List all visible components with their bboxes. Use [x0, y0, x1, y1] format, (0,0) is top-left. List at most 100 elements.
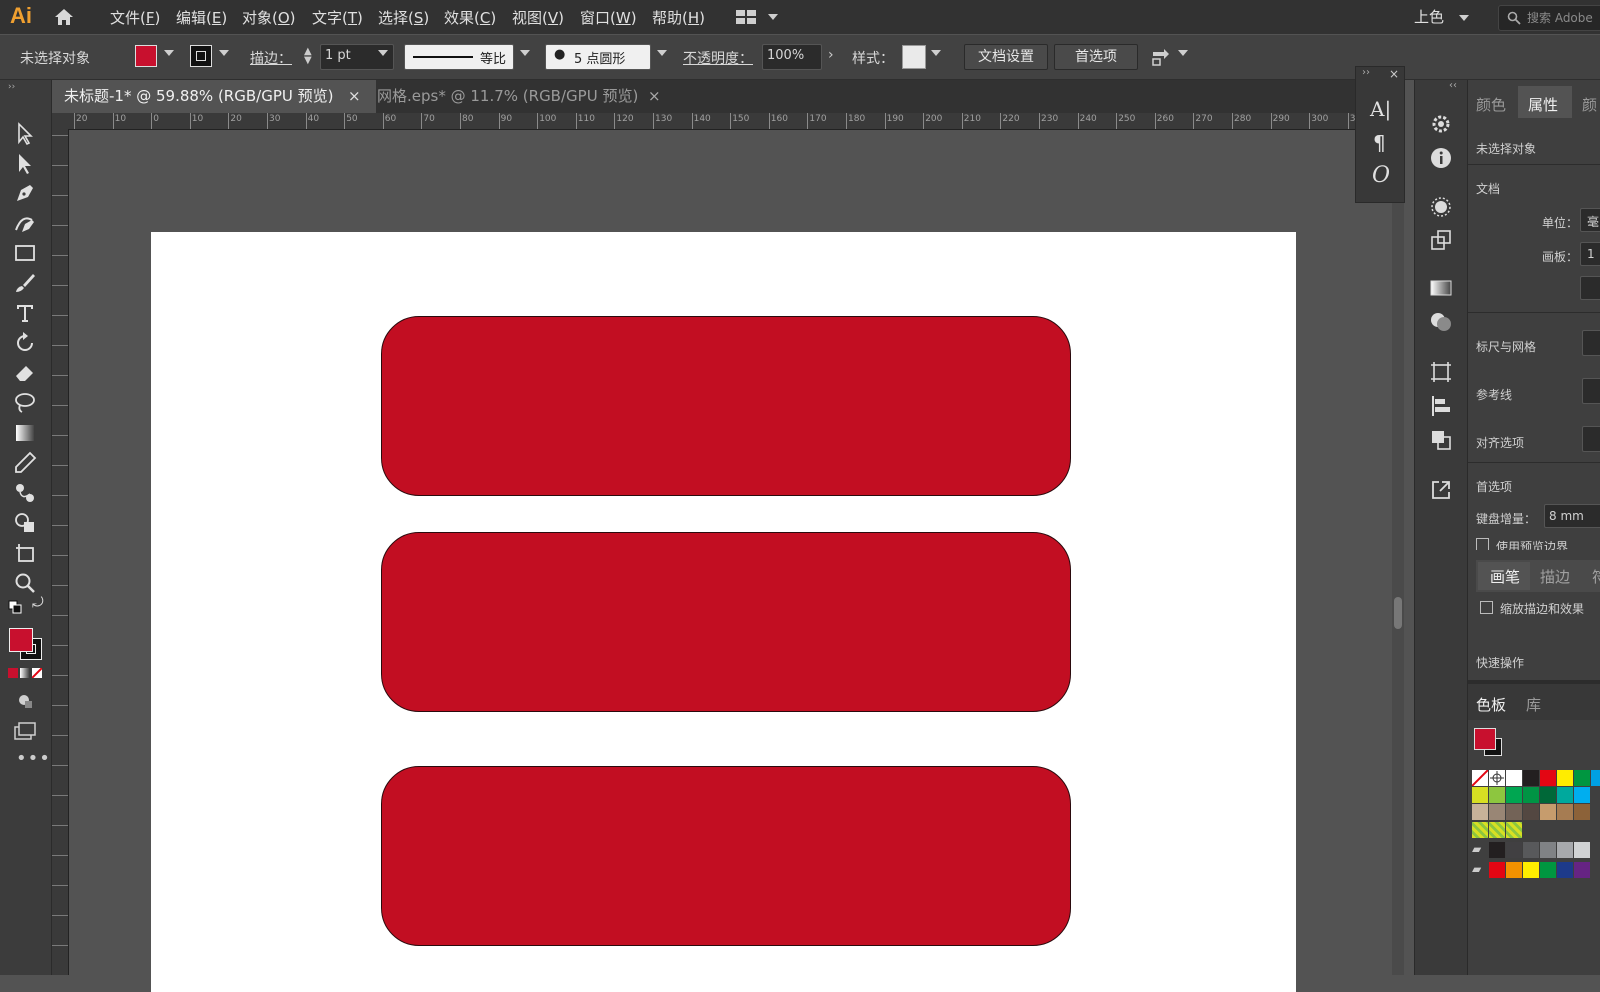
swatch[interactable] [1574, 787, 1590, 803]
tab-color-guide[interactable]: 颜 [1582, 94, 1597, 115]
collapse-icon[interactable]: ‹‹ [1449, 80, 1457, 91]
close-icon[interactable]: × [648, 80, 661, 113]
swatch[interactable] [1472, 804, 1488, 820]
variable-width-profile[interactable]: 等比 [404, 44, 514, 70]
direct-selection-tool-icon[interactable] [12, 150, 38, 176]
stepper-arrows-icon[interactable]: ▲ ▼ [304, 47, 312, 66]
swatch[interactable] [1574, 770, 1590, 786]
blend-tool-icon[interactable] [12, 480, 38, 506]
swatch[interactable] [1540, 804, 1556, 820]
pattern-swatch[interactable] [1506, 822, 1522, 838]
arrange-documents-icon[interactable] [736, 10, 758, 24]
stroke-label[interactable]: 描边： [250, 48, 292, 68]
gradient-panel-icon[interactable] [1429, 276, 1453, 300]
swatch[interactable] [1557, 862, 1573, 878]
workspace-switcher[interactable]: 上色 [1414, 6, 1444, 27]
expand-icon[interactable]: ›› [1362, 67, 1370, 78]
search-input[interactable]: 搜索 Adobe [1498, 5, 1600, 31]
menu-item[interactable]: 视图(V) [512, 7, 564, 28]
chevron-down-icon[interactable] [164, 50, 174, 56]
tab-color[interactable]: 颜色 [1476, 94, 1506, 115]
align-toggle-icon[interactable] [1582, 426, 1600, 452]
rotate-tool-icon[interactable] [12, 330, 38, 356]
tab-swatches[interactable]: 色板 [1476, 694, 1506, 715]
edit-artboards-button[interactable] [1580, 276, 1600, 300]
pattern-swatch[interactable] [1472, 822, 1488, 838]
swatch[interactable] [1523, 862, 1539, 878]
shape-builder-tool-icon[interactable] [12, 510, 38, 536]
swatch[interactable] [1472, 787, 1488, 803]
chevron-down-icon[interactable] [520, 50, 530, 56]
swatch[interactable] [1523, 787, 1539, 803]
pattern-swatch[interactable] [1489, 822, 1505, 838]
tab-properties[interactable]: 属性 [1528, 94, 1558, 115]
menu-item[interactable]: 文字(T) [312, 7, 363, 28]
swatch[interactable] [1557, 804, 1573, 820]
home-icon[interactable] [54, 8, 74, 26]
swatch[interactable] [1489, 804, 1505, 820]
opacity-label[interactable]: 不透明度： [683, 48, 753, 68]
tab-document-2[interactable]: 网格.eps* @ 11.7% (RGB/GPU 预览) [365, 80, 677, 113]
tab-document-1[interactable]: 未标题-1* @ 59.88% (RGB/GPU 预览) [52, 80, 376, 113]
swatch[interactable] [1557, 842, 1573, 858]
pen-tool-icon[interactable] [12, 180, 38, 206]
vertical-scrollbar[interactable] [1392, 113, 1404, 975]
menu-item[interactable]: 对象(O) [242, 7, 296, 28]
eyedropper-tool-icon[interactable] [12, 450, 38, 476]
folder-icon[interactable]: ▰ [1472, 842, 1488, 858]
keyboard-increment-input[interactable]: 8 mm [1544, 504, 1600, 528]
chevron-down-icon[interactable] [1178, 50, 1188, 56]
info-icon[interactable] [1429, 146, 1453, 170]
rectangle-tool-icon[interactable] [12, 240, 38, 266]
gradient-tool-icon[interactable] [12, 420, 38, 446]
tab-stroke[interactable]: 描边 [1540, 566, 1570, 587]
default-colors-icon[interactable] [8, 600, 22, 614]
menu-item[interactable]: 效果(C) [444, 7, 496, 28]
stroke-swatch[interactable] [190, 45, 212, 67]
none-swatch[interactable] [1471, 769, 1489, 787]
transform-panel-icon[interactable] [1429, 228, 1453, 252]
scrollbar-thumb[interactable] [1394, 597, 1402, 629]
draw-mode-icon[interactable] [16, 692, 34, 710]
chevron-down-icon[interactable] [768, 14, 778, 20]
swatch[interactable] [1540, 770, 1556, 786]
vertical-ruler[interactable] [52, 129, 69, 975]
rounded-rect-1[interactable] [381, 316, 1071, 496]
swatch[interactable] [1506, 804, 1522, 820]
opacity-input[interactable]: 100% [762, 44, 822, 70]
pathfinder-icon[interactable] [1429, 428, 1453, 452]
swatch[interactable] [1489, 842, 1505, 858]
opentype-panel-icon[interactable]: O [1372, 163, 1390, 188]
swatch[interactable] [1506, 842, 1522, 858]
rounded-rect-2[interactable] [381, 532, 1071, 712]
paragraph-panel-icon[interactable]: ¶ [1373, 131, 1386, 155]
transparency-icon[interactable] [1429, 310, 1453, 334]
character-panel-icon[interactable]: A| [1370, 97, 1391, 121]
registration-swatch[interactable] [1489, 770, 1505, 786]
type-tool-icon[interactable] [12, 300, 38, 326]
transform-icon[interactable] [1150, 46, 1172, 68]
graphic-style-swatch[interactable] [902, 45, 926, 69]
artboard-tool-icon[interactable] [12, 540, 38, 566]
align-panel-icon[interactable] [1429, 394, 1453, 418]
chevron-down-icon[interactable] [931, 50, 941, 56]
tab-symbols[interactable]: 符 [1592, 566, 1600, 587]
artboards-panel-icon[interactable] [1429, 360, 1453, 384]
export-icon[interactable] [1429, 478, 1453, 502]
swatch[interactable] [1574, 804, 1590, 820]
guides-toggle-icon[interactable] [1582, 378, 1600, 404]
swatch[interactable] [1489, 862, 1505, 878]
rounded-rect-3[interactable] [381, 766, 1071, 946]
document-setup-button[interactable]: 文档设置 [964, 44, 1048, 70]
close-icon[interactable]: × [1389, 67, 1399, 81]
swatch[interactable] [1523, 842, 1539, 858]
swatch[interactable] [1506, 770, 1522, 786]
none-mode-icon[interactable] [32, 668, 42, 678]
preferences-button[interactable]: 首选项 [1054, 44, 1138, 70]
close-icon[interactable]: × [348, 80, 361, 113]
swap-colors-icon[interactable]: ⤾ [32, 595, 44, 611]
selection-tool-icon[interactable] [12, 120, 38, 146]
chevron-down-icon[interactable] [378, 50, 388, 56]
swatch-fill-box[interactable] [1474, 728, 1496, 750]
swatch[interactable] [1574, 862, 1590, 878]
